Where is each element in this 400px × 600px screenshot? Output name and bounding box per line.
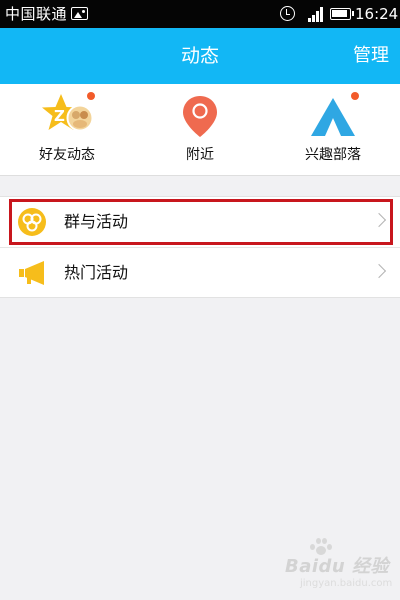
manage-button[interactable]: 管理 [353,28,389,84]
watermark-text: Baidu 经验 [285,556,390,577]
svg-text:Z: Z [54,107,65,125]
list-item-hot-activities[interactable]: 热门活动 [0,247,400,297]
status-bar: 中国联通 16:24 [0,0,400,28]
alarm-icon [280,6,295,21]
chevron-right-icon [371,263,387,279]
tent-icon [311,92,359,138]
signal-icon [300,6,324,22]
watermark-url: jingyan.baidu.com [300,578,393,589]
location-pin-icon [178,94,222,138]
baidu-paw-icon [310,538,332,556]
notification-badge [351,92,359,100]
status-time: 16:24 [355,5,399,23]
notification-badge [87,92,95,100]
star-friends-icon: Z [42,92,95,138]
app-header: 动态 管理 [0,28,400,84]
battery-icon [330,8,354,20]
image-icon [71,7,88,20]
shortcut-label: 好友动态 [39,147,95,163]
shortcut-label: 附近 [186,147,214,163]
shortcut-label: 兴趣部落 [305,147,361,163]
highlight-frame [9,199,393,245]
megaphone-icon [17,258,47,288]
shortcut-nearby[interactable]: 附近 [133,84,267,176]
carrier-name: 中国联通 [5,5,68,23]
shortcut-bar: Z 好友动态 附近 兴趣部落 [0,84,400,176]
list-item-label: 热门活动 [64,263,129,282]
shortcut-interest-tribe[interactable]: 兴趣部落 [266,84,400,176]
baidu-watermark: Baidu 经验 [285,538,390,578]
shortcut-friends-feed[interactable]: Z 好友动态 [0,84,134,176]
page-title: 动态 [180,45,219,67]
